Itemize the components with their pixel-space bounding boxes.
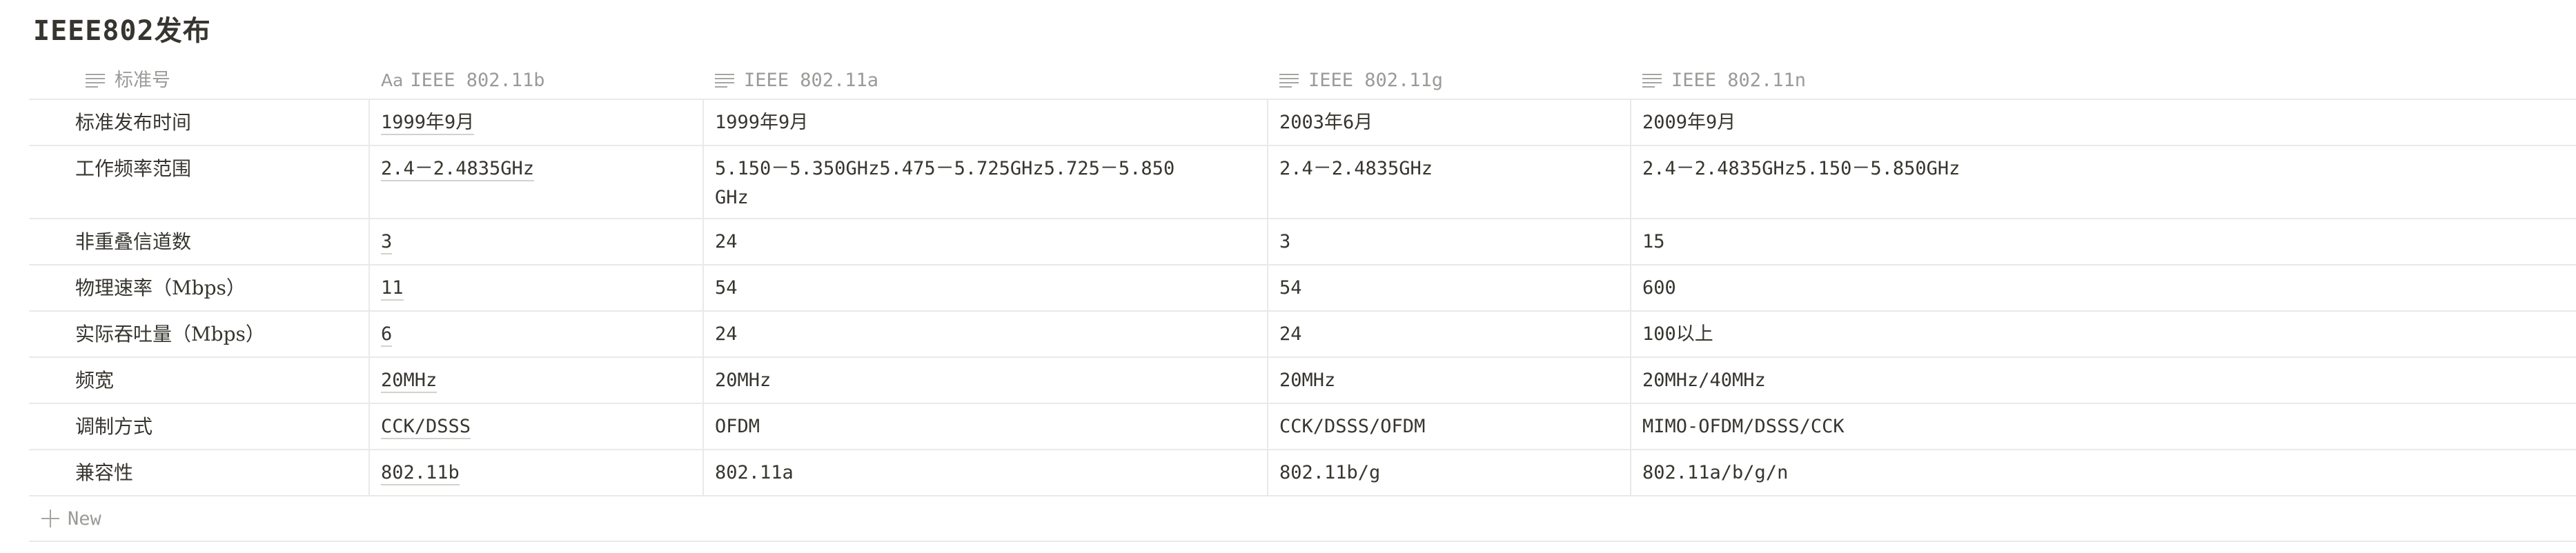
cell-value: 11: [381, 277, 404, 301]
cell-value: 802.11b: [381, 462, 460, 485]
table-cell[interactable]: 2.4－2.4835GHz: [370, 146, 704, 218]
table-cell[interactable]: 802.11a/b/g/n: [1631, 450, 2576, 495]
row-label-cell[interactable]: 物理速率（Mbps）: [29, 265, 370, 310]
row-label-cell[interactable]: 标准发布时间: [29, 100, 370, 145]
table-cell[interactable]: 15: [1631, 219, 2576, 264]
table-row: 工作频率范围 2.4－2.4835GHz 5.150－5.350GHz5.475…: [29, 146, 2576, 219]
table-cell[interactable]: 2.4－2.4835GHz5.150－5.850GHz: [1631, 146, 2576, 218]
table-cell[interactable]: 54: [1268, 265, 1631, 310]
table-row: 实际吞吐量（Mbps） 6 24 24 100以上: [29, 312, 2576, 358]
table-cell[interactable]: 54: [704, 265, 1268, 310]
cell-value: 2.4－2.4835GHz: [381, 158, 535, 181]
table-cell[interactable]: 2003年6月: [1268, 100, 1631, 145]
table-cell[interactable]: 20MHz/40MHz: [1631, 358, 2576, 403]
column-header-label: IEEE 802.11g: [1308, 70, 1444, 91]
row-label-cell[interactable]: 实际吞吐量（Mbps）: [29, 312, 370, 356]
column-header-label: 标准号: [115, 70, 170, 91]
table-cell[interactable]: 11: [370, 265, 704, 310]
text-lines-icon: [86, 73, 105, 88]
column-header-label: IEEE 802.11n: [1671, 70, 1807, 91]
table-row: 物理速率（Mbps） 11 54 54 600: [29, 265, 2576, 312]
cell-value: 1999年9月: [381, 112, 475, 135]
column-header-label: IEEE 802.11b: [410, 70, 545, 91]
new-row-label: New: [68, 507, 101, 530]
table-cell[interactable]: 2.4－2.4835GHz: [1268, 146, 1631, 218]
row-label-cell[interactable]: 工作频率范围: [29, 146, 370, 218]
cell-value: CCK/DSSS: [381, 416, 471, 439]
table-row: 非重叠信道数 3 24 3 15: [29, 219, 2576, 265]
title-aa-icon: Aa: [381, 70, 404, 90]
database-table: 标准号 Aa IEEE 802.11b IEEE 802.11a IEEE 80…: [29, 54, 2576, 542]
add-new-row-button[interactable]: New: [29, 496, 2576, 542]
column-header-label: IEEE 802.11a: [744, 70, 879, 91]
table-header-row: 标准号 Aa IEEE 802.11b IEEE 802.11a IEEE 80…: [29, 54, 2576, 100]
row-label-cell[interactable]: 兼容性: [29, 450, 370, 495]
table-cell[interactable]: 2009年9月: [1631, 100, 2576, 145]
table-cell[interactable]: 24: [1268, 312, 1631, 356]
row-label-cell[interactable]: 调制方式: [29, 404, 370, 449]
column-header-80211g[interactable]: IEEE 802.11g: [1268, 54, 1631, 99]
table-cell[interactable]: 802.11b/g: [1268, 450, 1631, 495]
cell-value: 20MHz: [381, 370, 437, 393]
cell-value: 6: [381, 323, 393, 347]
table-cell[interactable]: 24: [704, 312, 1268, 356]
plus-icon: [41, 510, 59, 527]
table-cell[interactable]: 20MHz: [704, 358, 1268, 403]
column-header-80211a[interactable]: IEEE 802.11a: [704, 54, 1268, 99]
table-cell[interactable]: CCK/DSSS/OFDM: [1268, 404, 1631, 449]
table-cell[interactable]: CCK/DSSS: [370, 404, 704, 449]
table-row: 频宽 20MHz 20MHz 20MHz 20MHz/40MHz: [29, 358, 2576, 404]
table-cell[interactable]: 1999年9月: [704, 100, 1268, 145]
table-cell[interactable]: 20MHz: [1268, 358, 1631, 403]
table-cell[interactable]: 20MHz: [370, 358, 704, 403]
table-row: 标准发布时间 1999年9月 1999年9月 2003年6月 2009年9月: [29, 100, 2576, 146]
table-cell[interactable]: 6: [370, 312, 704, 356]
text-lines-icon: [1642, 73, 1662, 88]
cell-value: 3: [381, 231, 393, 254]
table-cell[interactable]: OFDM: [704, 404, 1268, 449]
table-cell[interactable]: 3: [370, 219, 704, 264]
table-cell[interactable]: 1999年9月: [370, 100, 704, 145]
text-lines-icon: [715, 73, 734, 88]
table-cell[interactable]: 5.150－5.350GHz5.475－5.725GHz5.725－5.850G…: [704, 146, 1268, 218]
column-header-80211b[interactable]: Aa IEEE 802.11b: [370, 54, 704, 99]
page-title: IEEE802发布: [33, 15, 211, 47]
table-row: 兼容性 802.11b 802.11a 802.11b/g 802.11a/b/…: [29, 450, 2576, 496]
column-header-standard[interactable]: 标准号: [29, 54, 370, 99]
table-cell[interactable]: 802.11b: [370, 450, 704, 495]
row-label-cell[interactable]: 频宽: [29, 358, 370, 403]
table-cell[interactable]: 802.11a: [704, 450, 1268, 495]
table-cell[interactable]: 600: [1631, 265, 2576, 310]
row-label-cell[interactable]: 非重叠信道数: [29, 219, 370, 264]
table-cell[interactable]: 100以上: [1631, 312, 2576, 356]
table-row: 调制方式 CCK/DSSS OFDM CCK/DSSS/OFDM MIMO-OF…: [29, 404, 2576, 450]
table-cell[interactable]: 24: [704, 219, 1268, 264]
table-cell[interactable]: MIMO-OFDM/DSSS/CCK: [1631, 404, 2576, 449]
column-header-80211n[interactable]: IEEE 802.11n: [1631, 54, 2576, 99]
text-lines-icon: [1279, 73, 1299, 88]
table-cell[interactable]: 3: [1268, 219, 1631, 264]
